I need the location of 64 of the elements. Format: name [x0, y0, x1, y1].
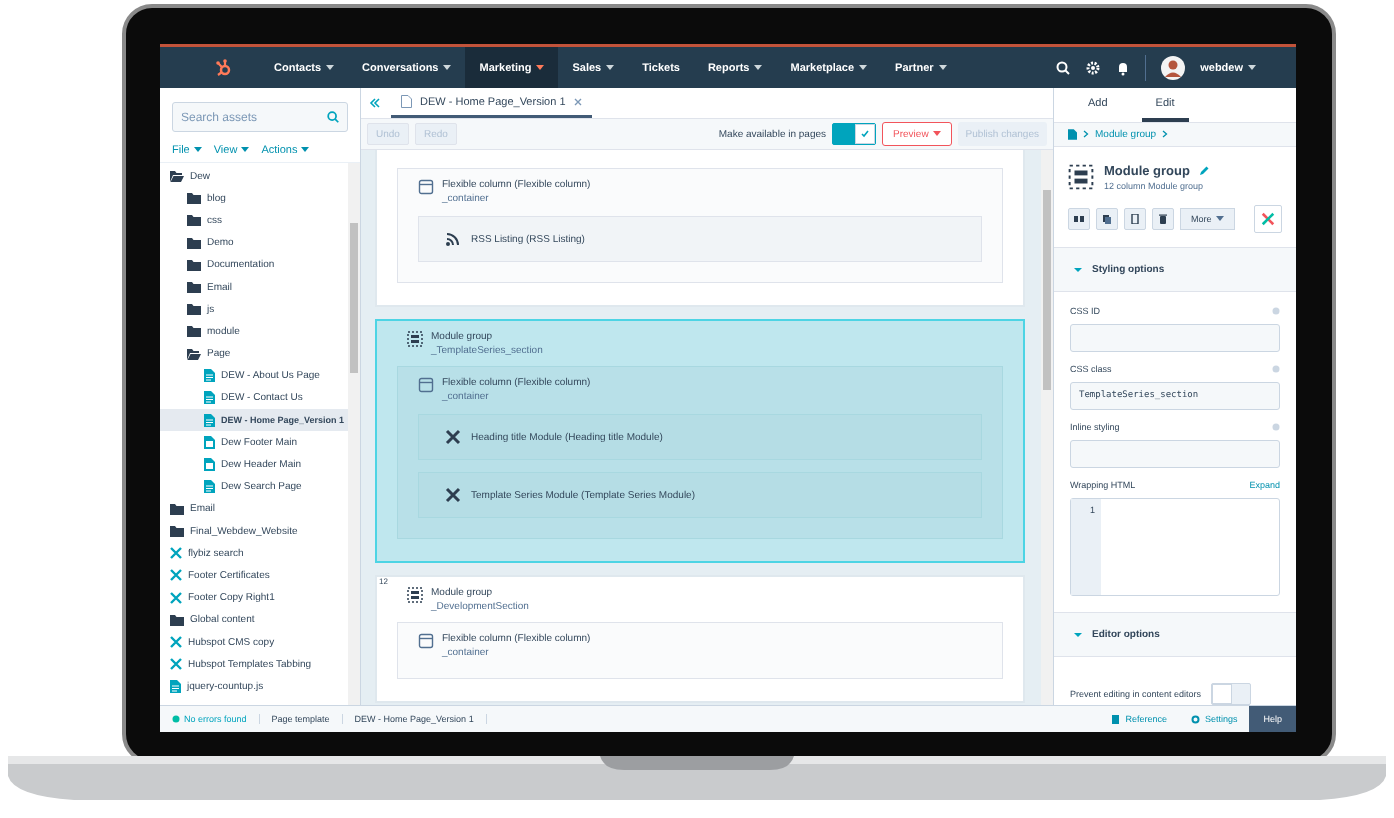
- rows-icon: [1130, 214, 1140, 224]
- sprocket-logo-icon: [214, 57, 234, 78]
- delete-button[interactable]: [1152, 208, 1174, 230]
- caret-icon: [1215, 216, 1224, 222]
- module-button[interactable]: [1254, 205, 1282, 233]
- module-icon: [170, 547, 182, 560]
- module-icon: [170, 658, 182, 671]
- folder-icon: [170, 613, 184, 626]
- document-icon: [204, 369, 215, 383]
- search-icon[interactable]: [1055, 59, 1072, 76]
- module-icon: [445, 429, 461, 445]
- rss-icon: [445, 231, 461, 247]
- copy-button[interactable]: [1096, 208, 1118, 230]
- column-icon: [418, 179, 434, 195]
- caret-icon: [193, 147, 202, 153]
- document-icon: [401, 95, 412, 108]
- columns-icon: [1074, 214, 1084, 224]
- template-icon: [204, 435, 215, 449]
- open-folder-icon: [170, 170, 184, 183]
- document-icon: [170, 679, 181, 693]
- settings-icon: [1190, 714, 1200, 724]
- copy-icon: [1102, 214, 1112, 224]
- chevron-right-icon: [1083, 130, 1089, 139]
- status-dot-icon: [172, 715, 180, 723]
- settings-icon[interactable]: [1085, 59, 1102, 76]
- module-group-icon: [407, 587, 423, 603]
- module-icon: [170, 569, 182, 582]
- search-icon: [326, 110, 340, 124]
- collapse-icon[interactable]: [369, 97, 381, 109]
- close-icon[interactable]: [573, 97, 582, 106]
- info-icon: [1272, 423, 1280, 431]
- column-icon: [418, 377, 434, 393]
- notification-bell-icon[interactable]: [1115, 59, 1132, 76]
- document-icon: [204, 413, 215, 427]
- pencil-icon[interactable]: [1197, 164, 1210, 177]
- module-icon: [445, 487, 461, 503]
- document-icon: [204, 480, 215, 494]
- module-icon: [170, 591, 182, 604]
- input-field[interactable]: [1070, 324, 1280, 352]
- book-icon: [1111, 714, 1121, 724]
- caret-icon: [301, 147, 310, 153]
- caret-icon: [241, 147, 250, 153]
- open-folder-icon: [187, 347, 201, 360]
- caret-icon: [1248, 64, 1256, 71]
- avatar-icon[interactable]: [1160, 54, 1187, 81]
- caret-icon: [932, 131, 941, 137]
- template-icon: [204, 458, 215, 472]
- split-button[interactable]: [1124, 208, 1146, 230]
- document-icon: [1068, 128, 1077, 140]
- module-group-icon: [1068, 164, 1094, 190]
- module-icon: [170, 636, 182, 649]
- chevron-right-icon: [1162, 130, 1169, 139]
- trash-icon: [1158, 214, 1168, 224]
- info-icon: [1272, 307, 1280, 315]
- toggle-switch[interactable]: [832, 123, 877, 145]
- info-icon: [1272, 365, 1280, 373]
- layout-button[interactable]: [1068, 208, 1090, 230]
- column-icon: [418, 633, 434, 649]
- document-icon: [204, 391, 215, 405]
- input-field[interactable]: [1070, 440, 1280, 468]
- toggle-switch[interactable]: [1211, 683, 1252, 705]
- check-icon: [860, 129, 871, 139]
- module-group-icon: [407, 331, 423, 347]
- module-icon: [1261, 212, 1275, 226]
